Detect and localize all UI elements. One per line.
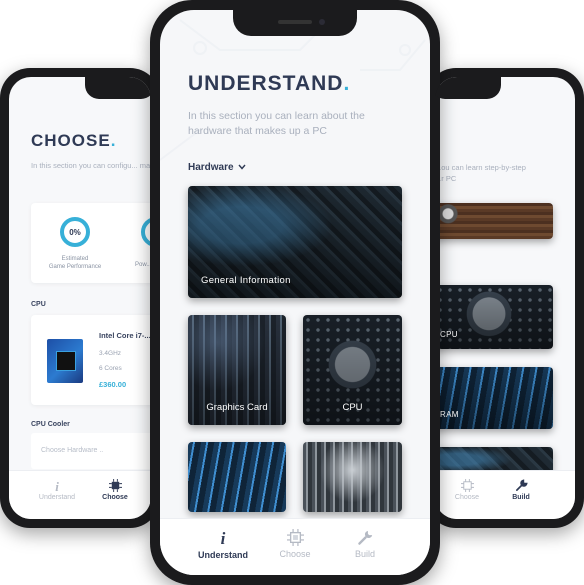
camera: [319, 19, 325, 25]
tile-cpu[interactable]: CPU: [303, 315, 402, 425]
understand-screen: UNDERSTAND. In this section you can lear…: [160, 10, 430, 575]
notch: [435, 77, 501, 99]
notch: [84, 77, 151, 99]
wrench-icon: [357, 530, 372, 545]
gauge-label: Estimated Game Performance: [48, 256, 102, 271]
cooler-section-label: CPU Cooler: [31, 421, 70, 428]
tab-bar: Choose Build: [435, 470, 575, 519]
hardware-dropdown[interactable]: Hardware: [188, 162, 246, 173]
speaker: [278, 20, 312, 24]
build-step-tile[interactable]: [435, 203, 553, 239]
center-phone: UNDERSTAND. In this section you can lear…: [150, 0, 440, 585]
cpu-section-label: CPU: [31, 301, 46, 308]
right-phone: ...ou can learn step-by-step ...r PC CPU …: [426, 68, 584, 528]
tab-choose[interactable]: Choose: [260, 529, 330, 559]
build-tile-cpu[interactable]: CPU: [435, 285, 553, 349]
performance-gauge: 0%: [60, 217, 90, 247]
build-tile-ram[interactable]: RAM: [435, 367, 553, 429]
cpu-ghz: 3.4GHz: [99, 350, 122, 357]
performance-card: 0% Estimated Game Performance Pow...: [31, 203, 151, 283]
cpu-name: Intel Core i7-...: [99, 331, 151, 340]
tab-understand[interactable]: i Understand: [188, 529, 258, 560]
tab-understand[interactable]: i Understand: [27, 479, 87, 501]
page-title: CHOOSE.: [31, 131, 117, 150]
cpu-price: £360.00: [99, 380, 127, 389]
notch: [233, 10, 357, 36]
tab-bar: i Understand Choose Build: [160, 518, 430, 575]
info-icon: i: [220, 529, 226, 548]
cpu-cores: 6 Cores: [99, 365, 122, 372]
tab-bar: i Understand Choose: [9, 470, 151, 519]
power-label: Pow...: [135, 262, 151, 268]
tile-ram[interactable]: [188, 442, 286, 512]
choose-screen: CHOOSE. In this section you can configu.…: [9, 77, 151, 519]
tab-choose[interactable]: Choose: [85, 479, 145, 501]
info-icon: i: [55, 479, 59, 494]
tab-choose[interactable]: Choose: [437, 479, 497, 501]
tile-graphics-card[interactable]: Graphics Card: [188, 315, 286, 425]
tab-build[interactable]: Build: [491, 479, 551, 501]
wrench-icon: [515, 479, 528, 491]
tab-build[interactable]: Build: [330, 529, 400, 559]
page-subtitle: In this section you can learn about the h…: [188, 110, 365, 138]
tile-motherboard[interactable]: [303, 442, 402, 512]
cooler-select[interactable]: Choose Hardware ..: [31, 433, 151, 469]
chip-icon: [108, 479, 122, 492]
chip-icon: [286, 529, 304, 546]
page-subtitle: ...ou can learn step-by-step ...r PC: [435, 163, 526, 183]
chevron-down-icon: [238, 164, 246, 170]
cpu-item-card[interactable]: Intel Core i7-... 3.4GHz 6 Cores £360.00: [31, 315, 151, 405]
build-screen: ...ou can learn step-by-step ...r PC CPU …: [435, 77, 575, 519]
left-phone: CHOOSE. In this section you can configu.…: [0, 68, 160, 528]
cpu-box-image: [47, 339, 83, 383]
page-subtitle: In this section you can configu... match…: [31, 161, 151, 170]
chip-icon: [460, 479, 474, 492]
tile-general-information[interactable]: General Information: [188, 186, 402, 298]
page-title: UNDERSTAND.: [188, 72, 351, 95]
